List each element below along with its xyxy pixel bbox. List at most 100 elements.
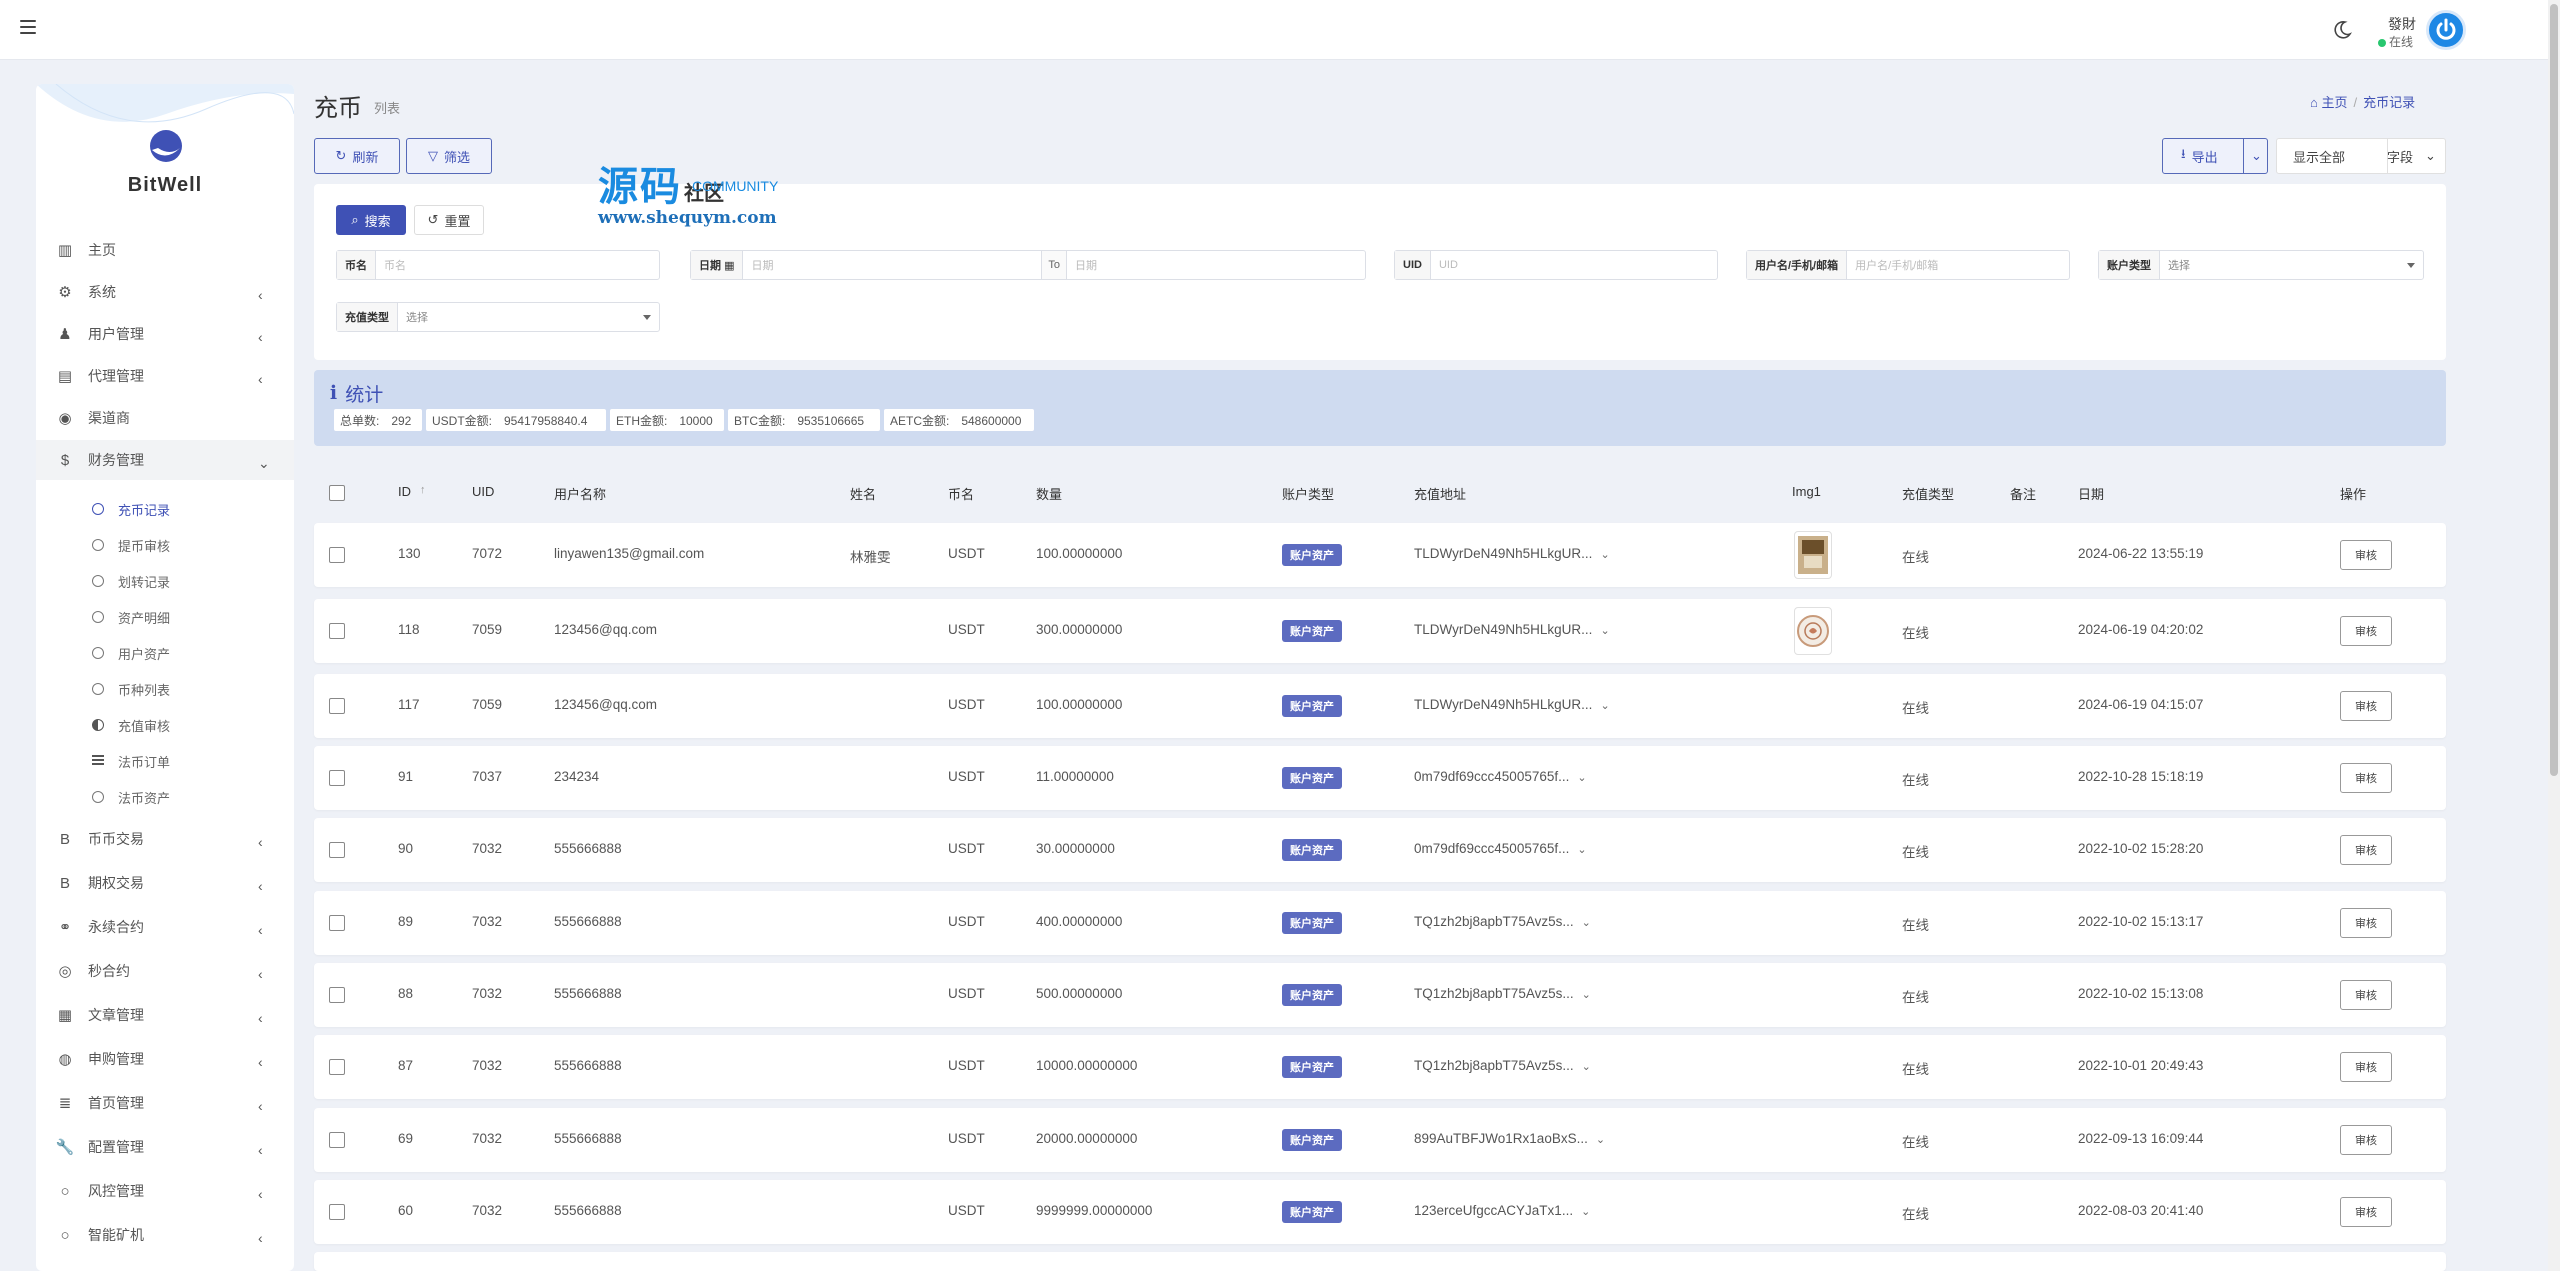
expand-address-icon[interactable]: ⌄ [1577,843,1586,856]
expand-address-icon[interactable]: ⌄ [1596,1133,1605,1146]
sidebar-subitem[interactable]: 提币审核 [92,530,170,560]
expand-address-icon[interactable]: ⌄ [1600,624,1609,637]
columns-dropdown[interactable]: 显示全部 字段 ⌄ [2276,138,2446,174]
sidebar-item[interactable]: ⚭ 永续合约 ‹ [36,907,294,947]
proof-image-thumbnail[interactable] [1794,531,1832,579]
sort-arrow-icon[interactable]: ↑ [420,484,426,496]
breadcrumb-home[interactable]: 主页 [2321,95,2347,110]
row-checkbox[interactable] [329,698,345,714]
audit-button[interactable]: 审核 [2340,1052,2392,1082]
sidebar-item[interactable]: B 币币交易 ‹ [36,819,294,859]
half-circle-icon [92,719,104,731]
sidebar-item[interactable]: ◍ 申购管理 ‹ [36,1039,294,1079]
expand-address-icon[interactable]: ⌄ [1582,988,1591,1001]
row-checkbox[interactable] [329,1132,345,1148]
sidebar-item-label: 用户管理 [88,326,144,342]
audit-button[interactable]: 审核 [2340,1125,2392,1155]
audit-button[interactable]: 审核 [2340,980,2392,1010]
row-checkbox[interactable] [329,770,345,786]
cell-coin: USDT [948,986,985,1001]
recharge-type-filter[interactable]: 充值类型 选择 [336,302,660,332]
avatar[interactable] [2426,10,2466,50]
audit-button[interactable]: 审核 [2340,835,2392,865]
row-checkbox[interactable] [329,547,345,563]
table-row-partial[interactable] [314,1252,2446,1271]
expand-address-icon[interactable]: ⌄ [1577,771,1586,784]
cell-user: 123456@qq.com [554,697,658,712]
scrollbar-thumb[interactable] [2550,4,2558,776]
audit-button[interactable]: 审核 [2340,908,2392,938]
power-icon [2436,18,2456,40]
sidebar-item[interactable]: $ 财务管理 ⌄ [36,440,294,480]
user-input[interactable]: 用户名/手机/邮箱 [1847,251,2069,279]
row-checkbox[interactable] [329,623,345,639]
refresh-button[interactable]: ↻ 刷新 [314,138,400,174]
cell-id: 69 [398,1131,414,1146]
sidebar-item[interactable]: ≣ 首页管理 ‹ [36,1083,294,1123]
sidebar-item[interactable]: ♟ 用户管理 ‹ [36,314,294,354]
circle-icon [92,791,104,803]
cell-id: 88 [398,986,414,1001]
dark-mode-icon[interactable] [2332,20,2352,40]
date-start-input[interactable]: 日期 [743,251,1041,279]
row-checkbox[interactable] [329,915,345,931]
date-end-input[interactable]: 日期 [1067,251,1365,279]
sidebar-item[interactable]: ▥ 主页 [36,230,294,270]
sidebar-subitem[interactable]: 用户资产 [92,638,170,668]
sidebar-item[interactable]: ▤ 代理管理 ‹ [36,356,294,396]
recharge-type-select[interactable]: 选择 [398,303,643,331]
user-name[interactable]: 發財 [2388,14,2416,34]
export-button[interactable]: ⭳ 导出 ⌄ [2162,138,2268,174]
sidebar-item[interactable]: ○ 智能矿机 ‹ [36,1215,294,1255]
coin-input[interactable]: 币名 [376,251,659,279]
sidebar-subitem[interactable]: 币种列表 [92,674,170,704]
audit-button[interactable]: 审核 [2340,1197,2392,1227]
account-type-filter[interactable]: 账户类型 选择 [2098,250,2424,280]
uid-input[interactable]: UID [1431,251,1717,279]
sidebar-item[interactable]: 🔧 配置管理 ‹ [36,1127,294,1167]
search-button[interactable]: ⌕ 搜索 [336,205,406,235]
fields-label[interactable]: 字段 [2387,147,2413,166]
sidebar-subitem[interactable]: 划转记录 [92,566,170,596]
reset-button[interactable]: ↺ 重置 [414,205,484,235]
expand-address-icon[interactable]: ⌄ [1582,1060,1591,1073]
sidebar-item[interactable]: ⚙ 系统 ‹ [36,272,294,312]
expand-address-icon[interactable]: ⌄ [1600,699,1609,712]
address-text: 0m79df69ccc45005765f... [1414,841,1570,856]
audit-button[interactable]: 审核 [2340,540,2392,570]
audit-button[interactable]: 审核 [2340,691,2392,721]
circle-icon [92,611,104,623]
row-checkbox[interactable] [329,1059,345,1075]
sidebar-subitem[interactable]: 充值审核 [92,710,170,740]
row-checkbox[interactable] [329,842,345,858]
sidebar-item[interactable]: ◎ 秒合约 ‹ [36,951,294,991]
cell-id: 60 [398,1203,414,1218]
sidebar-subitem[interactable]: 资产明细 [92,602,170,632]
row-checkbox[interactable] [329,987,345,1003]
sidebar-item[interactable]: ○ 风控管理 ‹ [36,1171,294,1211]
cell-user: 555666888 [554,986,622,1001]
watermark-cn: 源码 [598,163,682,210]
sidebar-subitem[interactable]: 充币记录 [92,494,170,524]
show-all-label[interactable]: 显示全部 [2293,147,2345,166]
audit-button[interactable]: 审核 [2340,616,2392,646]
sidebar-item[interactable]: ◉ 渠道商 [36,398,294,438]
select-all-checkbox[interactable] [329,485,345,501]
sidebar-item[interactable]: ▦ 文章管理 ‹ [36,995,294,1035]
expand-address-icon[interactable]: ⌄ [1582,916,1591,929]
row-checkbox[interactable] [329,1204,345,1220]
sidebar-subitem[interactable]: 法币订单 [92,746,170,776]
menu-toggle-icon[interactable] [20,20,36,36]
bitwell-logo-icon [150,130,182,162]
sidebar-item[interactable]: B 期权交易 ‹ [36,863,294,903]
expand-address-icon[interactable]: ⌄ [1600,548,1609,561]
expand-address-icon[interactable]: ⌄ [1581,1205,1590,1218]
proof-image-thumbnail[interactable] [1794,607,1832,655]
address-text: TQ1zh2bj8apbT75Avz5s... [1414,1058,1574,1073]
column-header[interactable]: ID [398,484,411,499]
filter-button[interactable]: ▽ 筛选 [406,138,492,174]
audit-button[interactable]: 审核 [2340,763,2392,793]
sidebar-subitem[interactable]: 法币资产 [92,782,170,812]
sidebar-item-label: 风控管理 [88,1183,144,1199]
account-type-select[interactable]: 选择 [2160,251,2407,279]
